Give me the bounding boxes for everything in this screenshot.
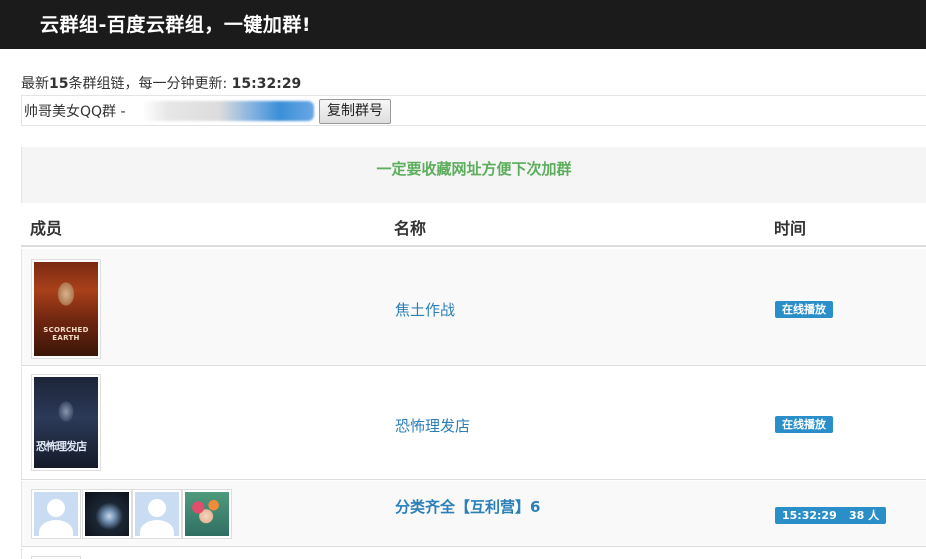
online-play-badge[interactable]: 在线播放 — [775, 301, 833, 318]
bookmark-notice-text: 一定要收藏网址方便下次加群 — [376, 160, 572, 178]
copy-group-number-button[interactable]: 复制群号 — [319, 99, 391, 124]
table-row: 恐怖理发店 恐怖理发店 在线播放 — [21, 367, 926, 480]
column-time: 时间 — [774, 219, 807, 238]
member-avatar[interactable] — [82, 489, 132, 539]
update-middle: 条群组链，每一分钟更新: — [68, 76, 232, 92]
poster-image: 恐怖理发店 — [34, 377, 98, 468]
avatar-image — [185, 492, 229, 536]
bookmark-notice: 一定要收藏网址方便下次加群 — [21, 147, 926, 203]
table-header: 成员 名称 时间 — [21, 203, 926, 247]
column-name: 名称 — [394, 219, 427, 238]
update-time-badge: 15:32:29 — [775, 507, 844, 524]
member-avatar[interactable] — [182, 489, 232, 539]
update-status: 最新15条群组链，每一分钟更新: 15:32:29 — [21, 73, 301, 93]
group-name-link[interactable]: 分类齐全【互利营】6 — [395, 496, 540, 517]
table-row: SCORCHED EARTH 焦土作战 在线播放 — [21, 249, 926, 366]
poster-caption: 恐怖理发店 — [36, 440, 87, 453]
poster-image: SCORCHED EARTH — [34, 262, 98, 356]
top-bar: 云群组-百度云群组，一键加群! — [0, 0, 926, 49]
update-time: 15:32:29 — [231, 76, 302, 92]
poster-caption: SCORCHED EARTH — [43, 326, 89, 342]
poster-thumbnail[interactable]: 恐怖理发店 — [31, 374, 101, 471]
site-title[interactable]: 云群组-百度云群组，一键加群! — [40, 10, 311, 37]
table-row: 分类齐全【互利营】6 15:32:29 38 人 — [21, 481, 926, 547]
group-number-blurred[interactable] — [142, 101, 314, 121]
avatar-image — [85, 492, 129, 536]
group-name-link[interactable]: 焦土作战 — [395, 299, 455, 320]
column-members: 成员 — [30, 219, 63, 238]
default-avatar-icon — [34, 492, 78, 536]
default-avatar-icon — [135, 492, 179, 536]
group-count: 15 — [49, 76, 69, 92]
member-avatar[interactable] — [31, 489, 81, 539]
table-row — [21, 548, 926, 559]
update-prefix: 最新 — [21, 76, 49, 92]
member-count-badge: 38 人 — [842, 507, 887, 524]
copy-group-bar: 帅哥美女QQ群 - 复制群号 — [21, 95, 926, 126]
poster-thumbnail[interactable]: SCORCHED EARTH — [31, 259, 101, 359]
group-name-link[interactable]: 恐怖理发店 — [395, 415, 470, 436]
member-avatar[interactable] — [132, 489, 182, 539]
group-label: 帅哥美女QQ群 - — [24, 104, 126, 120]
online-play-badge[interactable]: 在线播放 — [775, 416, 833, 433]
